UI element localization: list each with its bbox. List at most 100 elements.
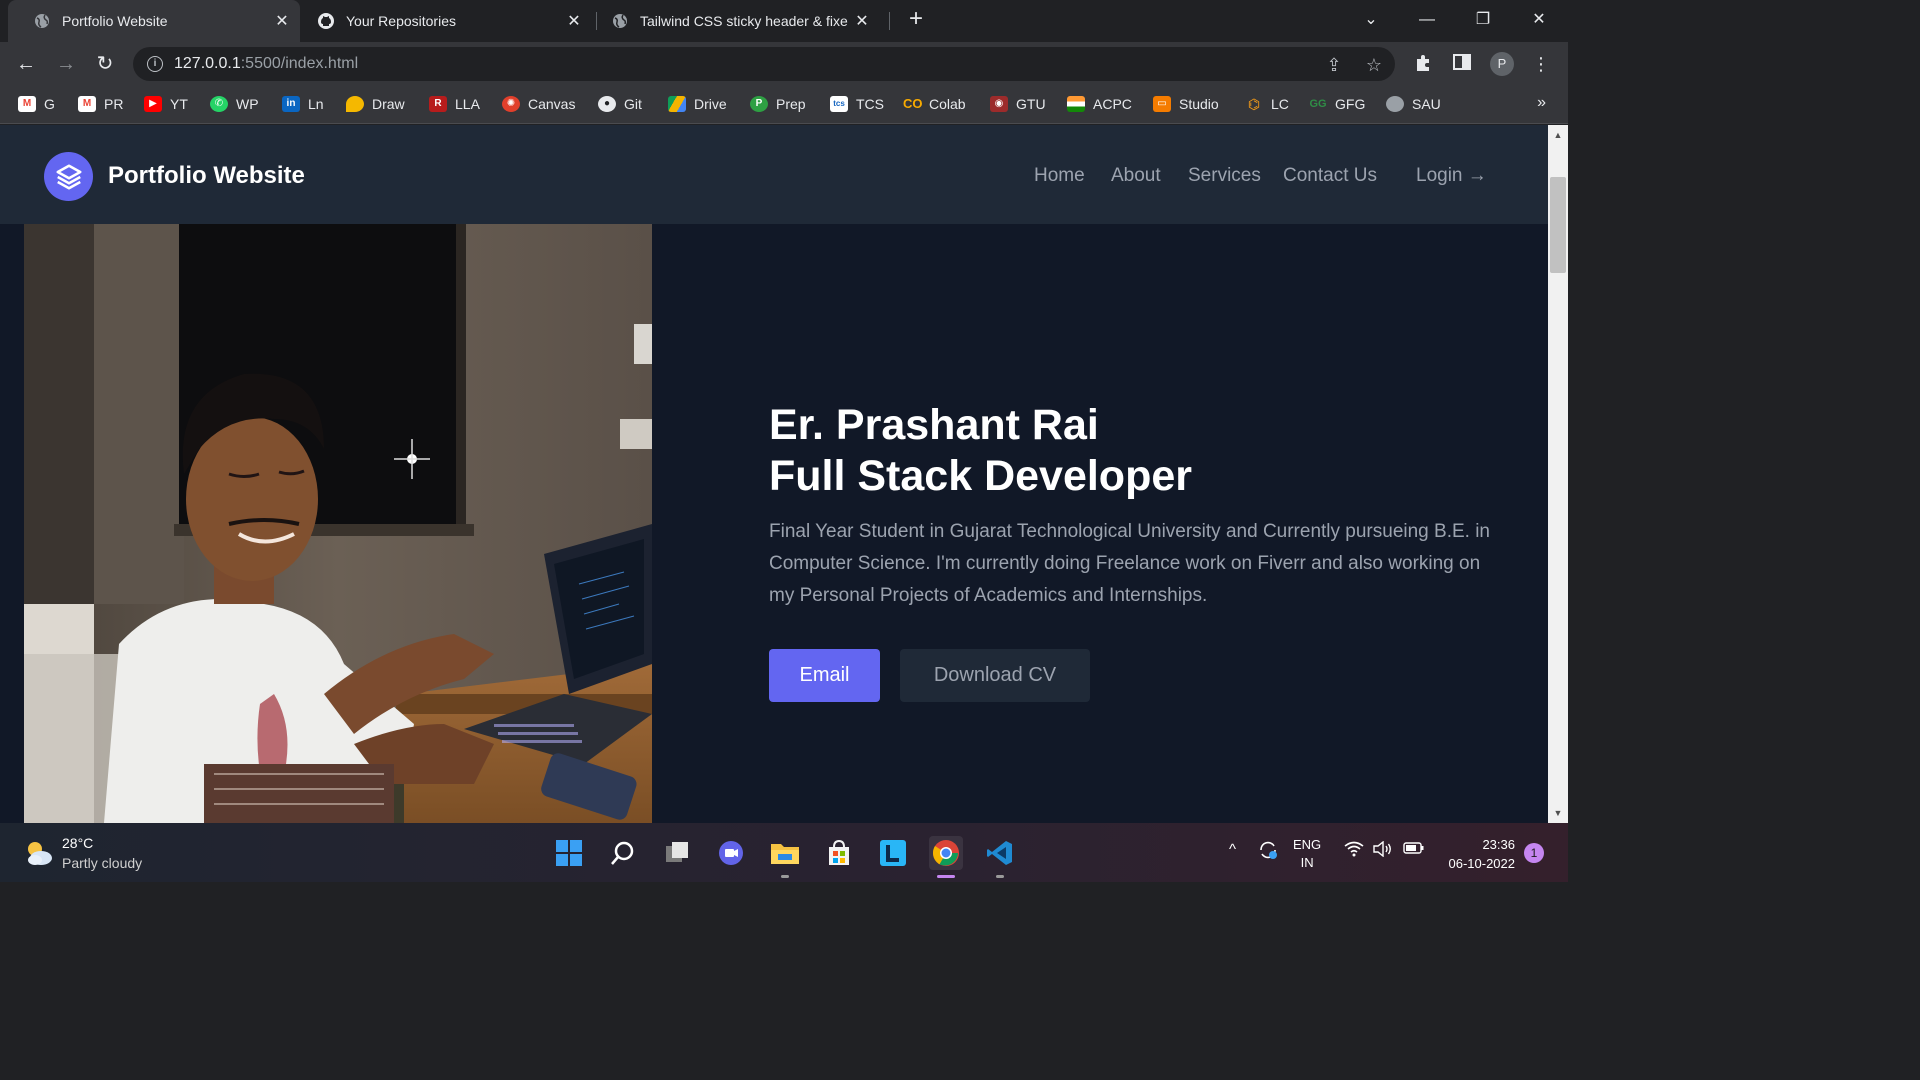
close-tab-icon[interactable]: ✕ — [564, 11, 584, 31]
tab-title: Portfolio Website — [62, 13, 168, 29]
tab-your-repositories[interactable]: Your Repositories ✕ — [300, 0, 592, 42]
forward-arrow-icon[interactable]: → — [54, 52, 78, 76]
reload-icon[interactable]: ↻ — [93, 52, 117, 76]
restore-button[interactable]: ❐ — [1471, 8, 1495, 32]
hero-name: Er. Prashant Rai — [769, 401, 1099, 449]
gmail-icon: M — [78, 96, 96, 112]
login-button[interactable]: Login → — [1416, 165, 1487, 187]
more-menu-icon[interactable]: ⋮ — [1530, 53, 1552, 75]
bookmark-gtu[interactable]: ◉ GTU — [990, 94, 1046, 114]
bookmark-colab[interactable]: CO Colab — [903, 94, 966, 114]
bookmark-studio[interactable]: ▭ Studio — [1153, 94, 1219, 114]
bookmark-gfg[interactable]: GG GFG — [1309, 94, 1365, 114]
region-code: IN — [1300, 855, 1314, 870]
system-clock[interactable]: 23:36 06-10-2022 — [1441, 835, 1516, 873]
bookmark-acpc[interactable]: ACPC — [1067, 94, 1132, 114]
bookmark-lla[interactable]: R LLA — [429, 94, 480, 114]
email-button[interactable]: Email — [769, 649, 880, 702]
bookmark-tcs[interactable]: tcs TCS — [830, 94, 884, 114]
globe-icon — [1386, 96, 1404, 112]
bookmark-g[interactable]: MG — [18, 94, 55, 114]
bookmark-sau[interactable]: SAU — [1386, 94, 1441, 114]
nav-contact-us[interactable]: Contact Us — [1283, 165, 1377, 187]
bookmark-yt[interactable]: ▶ YT — [144, 94, 188, 114]
github-icon: ● — [598, 96, 616, 112]
start-windows-icon[interactable] — [552, 836, 586, 870]
star-bookmark-icon[interactable]: ☆ — [1363, 54, 1385, 76]
draw-icon — [346, 96, 364, 112]
microsoft-store-icon[interactable] — [822, 836, 856, 870]
gtu-icon: ◉ — [990, 96, 1008, 112]
weather-partly-cloudy-icon[interactable] — [24, 839, 54, 867]
scroll-down-arrow-icon[interactable]: ▼ — [1552, 807, 1564, 819]
lla-icon: R — [429, 96, 447, 112]
weather-description[interactable]: Partly cloudy — [62, 855, 142, 871]
bookmark-wp[interactable]: ✆ WP — [210, 94, 259, 114]
running-indicator — [781, 875, 789, 878]
bookmark-pr[interactable]: M PR — [78, 94, 123, 114]
vscode-icon[interactable] — [983, 836, 1017, 878]
chrome-icon[interactable] — [929, 836, 963, 878]
share-icon[interactable]: ⇪ — [1323, 54, 1345, 76]
new-tab-button[interactable]: + — [904, 7, 928, 32]
nav-home[interactable]: Home — [1034, 165, 1085, 187]
close-tab-icon[interactable]: ✕ — [852, 11, 872, 31]
chevron-up-icon[interactable]: ^ — [1229, 841, 1236, 858]
address-bar[interactable]: i 127.0.0.1:5500/index.html ⇪ ☆ — [133, 47, 1395, 81]
weather-temperature[interactable]: 28°C — [62, 835, 93, 851]
site-title[interactable]: Portfolio Website — [108, 162, 305, 190]
file-explorer-icon[interactable] — [768, 836, 802, 878]
page-scrollbar[interactable]: ▲ ▼ — [1548, 125, 1568, 823]
side-panel-icon[interactable] — [1451, 53, 1473, 75]
youtube-icon: ▶ — [144, 96, 162, 112]
tab-portfolio-website[interactable]: Portfolio Website ✕ — [8, 0, 300, 42]
running-indicator — [937, 875, 955, 878]
scrollbar-thumb[interactable] — [1550, 177, 1566, 273]
tab-separator — [889, 12, 890, 30]
more-bookmarks-icon[interactable]: » — [1537, 94, 1546, 112]
tab-search-chevron-icon[interactable]: ⌄ — [1359, 8, 1383, 32]
battery-icon[interactable] — [1403, 841, 1425, 859]
logo[interactable] — [44, 152, 93, 201]
bookmark-drive[interactable]: Drive — [668, 94, 727, 114]
wifi-icon[interactable] — [1344, 841, 1364, 861]
globe-icon — [612, 13, 628, 29]
canvas-icon: ✺ — [502, 96, 520, 112]
clock-time: 23:36 — [1482, 837, 1515, 852]
bookmark-canvas[interactable]: ✺ Canvas — [502, 94, 575, 114]
volume-icon[interactable] — [1373, 840, 1393, 861]
github-icon — [318, 13, 334, 29]
scroll-up-arrow-icon[interactable]: ▲ — [1552, 129, 1564, 141]
login-label: Login — [1416, 165, 1463, 186]
globe-icon — [34, 13, 50, 29]
drive-icon — [668, 96, 686, 112]
profile-avatar[interactable]: P — [1490, 52, 1514, 76]
page-viewport: Portfolio Website Home About Services Co… — [0, 125, 1548, 823]
close-tab-icon[interactable]: ✕ — [272, 11, 292, 31]
l-app-icon[interactable] — [876, 836, 910, 870]
teams-chat-icon[interactable] — [714, 836, 748, 870]
nav-about[interactable]: About — [1111, 165, 1161, 187]
extensions-puzzle-icon[interactable] — [1412, 53, 1434, 75]
bookmark-draw[interactable]: Draw — [346, 94, 405, 114]
back-arrow-icon[interactable]: ← — [14, 52, 38, 76]
bookmark-prep[interactable]: P Prep — [750, 94, 806, 114]
tab-title: Your Repositories — [346, 13, 456, 29]
site-info-icon[interactable]: i — [147, 56, 163, 72]
tab-tailwind-css[interactable]: Tailwind CSS sticky header & fixe ✕ — [594, 0, 886, 42]
bookmark-git[interactable]: ● Git — [598, 94, 642, 114]
bookmark-ln[interactable]: in Ln — [282, 94, 324, 114]
prep-icon: P — [750, 96, 768, 112]
minimize-button[interactable]: — — [1415, 8, 1439, 32]
search-icon[interactable] — [606, 836, 640, 870]
nav-services[interactable]: Services — [1188, 165, 1261, 187]
download-cv-button[interactable]: Download CV — [900, 649, 1090, 702]
bookmark-lc[interactable]: ⌬ LC — [1245, 94, 1289, 114]
language-indicator[interactable]: ENG IN — [1293, 836, 1321, 872]
sync-icon[interactable] — [1257, 839, 1279, 865]
url-text[interactable]: 127.0.0.1:5500/index.html — [174, 55, 358, 73]
notification-badge[interactable]: 1 — [1524, 843, 1544, 863]
task-view-icon[interactable] — [660, 836, 694, 870]
close-window-button[interactable]: ✕ — [1527, 8, 1551, 32]
whatsapp-icon: ✆ — [210, 96, 228, 112]
